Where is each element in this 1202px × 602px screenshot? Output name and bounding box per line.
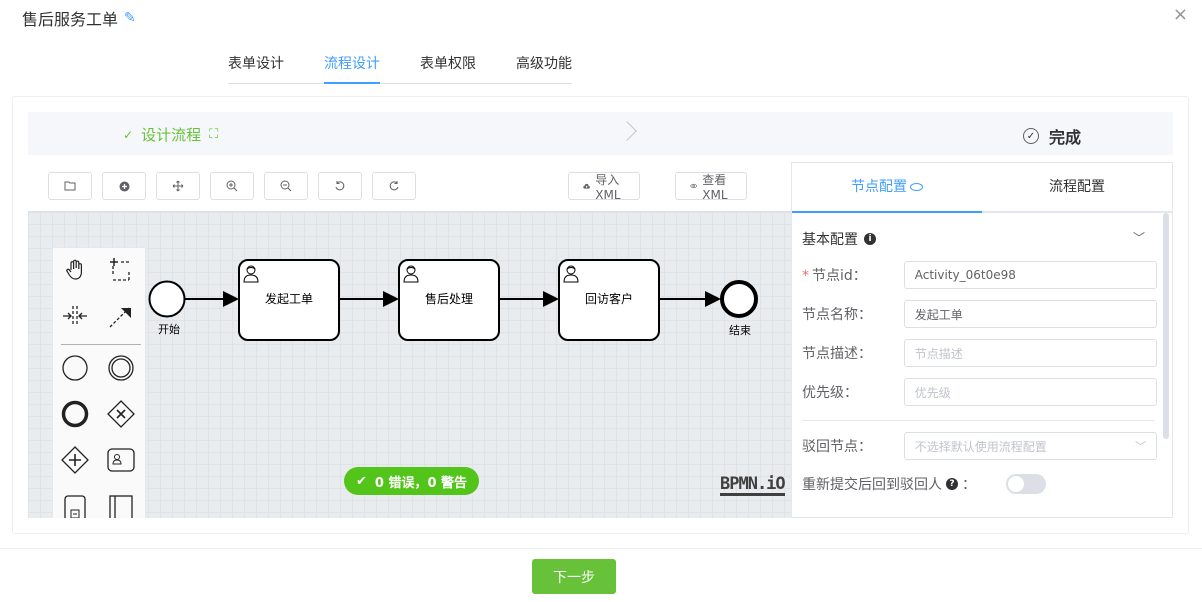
folder-icon	[64, 181, 76, 191]
footer-divider	[0, 548, 1202, 549]
priority-row: 优先级： 优先级	[802, 378, 1157, 406]
resubmit-label: 重新提交后回到驳回人	[802, 477, 942, 493]
validation-status-text: 0 错误，0 警告	[374, 475, 468, 491]
node-desc-input[interactable]: 节点描述	[903, 339, 1157, 367]
step-design-label: 设计流程	[141, 126, 202, 144]
node-id-input[interactable]: Activity_06t0e98	[903, 261, 1157, 289]
resubmit-colon: ：	[962, 477, 976, 493]
step-complete-label: 完成	[1049, 128, 1082, 147]
validation-status-badge[interactable]: ✔ 0 错误，0 警告	[344, 467, 480, 495]
close-icon[interactable]: ×	[1173, 4, 1188, 25]
zoom-in-button[interactable]	[210, 172, 254, 200]
priority-label: 优先级：	[802, 385, 858, 401]
node-name-input[interactable]: 发起工单	[903, 300, 1157, 328]
node-name-label: 节点名称：	[802, 307, 872, 323]
reject-node-label: 驳回节点：	[802, 439, 872, 455]
step-complete: ✓ 完成	[1023, 124, 1081, 148]
fullscreen-icon[interactable]: ⛶	[209, 127, 219, 142]
help-icon[interactable]: ?	[946, 478, 958, 490]
move-icon	[172, 180, 184, 192]
section-title: 基本配置	[802, 232, 858, 248]
zoom-out-button[interactable]	[264, 172, 308, 200]
next-step-button[interactable]: 下一步	[532, 559, 616, 594]
resubmit-toggle[interactable]	[1006, 474, 1046, 494]
cloud-upload-icon	[583, 183, 590, 189]
bpmn-canvas[interactable]: 开始 结束 发起工单 售后处理 回访客户 ✔ 0 错误，0 警告 BPMN.iO	[28, 211, 791, 518]
step-arrow	[617, 121, 637, 141]
node-desc-row: 节点描述： 节点描述	[802, 339, 1157, 367]
undo-button[interactable]	[318, 172, 362, 200]
view-xml-button[interactable]: 查看XML	[675, 172, 748, 202]
end-label: 结束	[729, 324, 751, 337]
task-label: 发起工单	[265, 291, 313, 306]
reject-node-row: 驳回节点： 不选择默认使用流程配置 ﹀	[802, 432, 1157, 460]
zoom-out-icon	[280, 180, 292, 192]
edit-icon[interactable]: ✎	[124, 10, 136, 26]
open-file-button[interactable]	[48, 172, 92, 200]
tab-form-permission[interactable]: 表单权限	[420, 50, 476, 83]
start-event[interactable]	[148, 280, 186, 318]
node-id-row: * 节点id： Activity_06t0e98	[802, 261, 1157, 289]
eye-icon	[910, 183, 923, 191]
undo-icon	[335, 181, 345, 191]
reject-node-placeholder: 不选择默认使用流程配置	[914, 439, 1047, 454]
redo-icon	[389, 181, 399, 191]
bpmn-io-logo[interactable]: BPMN.iO	[720, 476, 786, 496]
zoom-in-icon	[226, 180, 238, 192]
chevron-down-icon[interactable]: ﹀	[1133, 229, 1145, 246]
reject-node-select[interactable]: 不选择默认使用流程配置 ﹀	[903, 432, 1157, 460]
priority-input[interactable]: 优先级	[903, 378, 1157, 406]
dialog-title-text: 售后服务工单	[22, 10, 119, 29]
add-button[interactable]	[102, 172, 146, 200]
scrollbar[interactable]	[1163, 213, 1169, 439]
redo-button[interactable]	[372, 172, 416, 200]
tab-process-design[interactable]: 流程设计	[324, 50, 380, 84]
view-xml-label: 查看XML	[702, 172, 728, 202]
node-desc-label: 节点描述：	[802, 346, 872, 362]
import-xml-label: 导入XML	[595, 172, 621, 202]
tab-node-config[interactable]: 节点配置	[792, 163, 982, 213]
task-label: 回访客户	[585, 291, 633, 306]
top-tabs: 表单设计 流程设计 表单权限 高级功能	[228, 50, 572, 84]
info-icon: i	[864, 233, 876, 245]
tab-form-design[interactable]: 表单设计	[228, 50, 284, 83]
chevron-down-icon: ﹀	[1135, 440, 1146, 453]
check-icon: ✓	[123, 127, 134, 142]
task-label: 售后处理	[425, 291, 473, 306]
end-event[interactable]	[720, 280, 758, 318]
check-icon: ✔	[356, 473, 367, 489]
node-id-label: * 节点id：	[802, 268, 867, 284]
eye-icon	[690, 183, 698, 189]
panel-tabs: 节点配置 流程配置	[792, 163, 1172, 213]
plus-circle-icon	[119, 181, 129, 191]
resubmit-row: 重新提交后回到驳回人 ? ：	[802, 474, 1046, 494]
start-label: 开始	[158, 322, 180, 336]
basic-config-header[interactable]: 基本配置 i ﹀	[802, 229, 1157, 249]
tab-flow-config[interactable]: 流程配置	[982, 163, 1172, 211]
tab-node-config-label: 节点配置	[851, 179, 907, 195]
dialog-title: 售后服务工单 ✎	[22, 6, 136, 30]
move-button[interactable]	[156, 172, 200, 200]
import-xml-button[interactable]: 导入XML	[568, 172, 641, 202]
properties-panel: 节点配置 流程配置 基本配置 i ﹀ * 节点id： Activity_06t0e…	[791, 162, 1173, 518]
required-marker: *	[802, 268, 809, 284]
divider	[802, 420, 1154, 421]
check-circle-icon: ✓	[1023, 128, 1039, 144]
tab-advanced[interactable]: 高级功能	[516, 50, 572, 83]
node-name-row: 节点名称： 发起工单	[802, 300, 1157, 328]
step-design: ✓ 设计流程 ⛶	[123, 124, 219, 145]
steps-bar: ✓ 设计流程 ⛶ ✓ 完成	[28, 112, 1173, 155]
